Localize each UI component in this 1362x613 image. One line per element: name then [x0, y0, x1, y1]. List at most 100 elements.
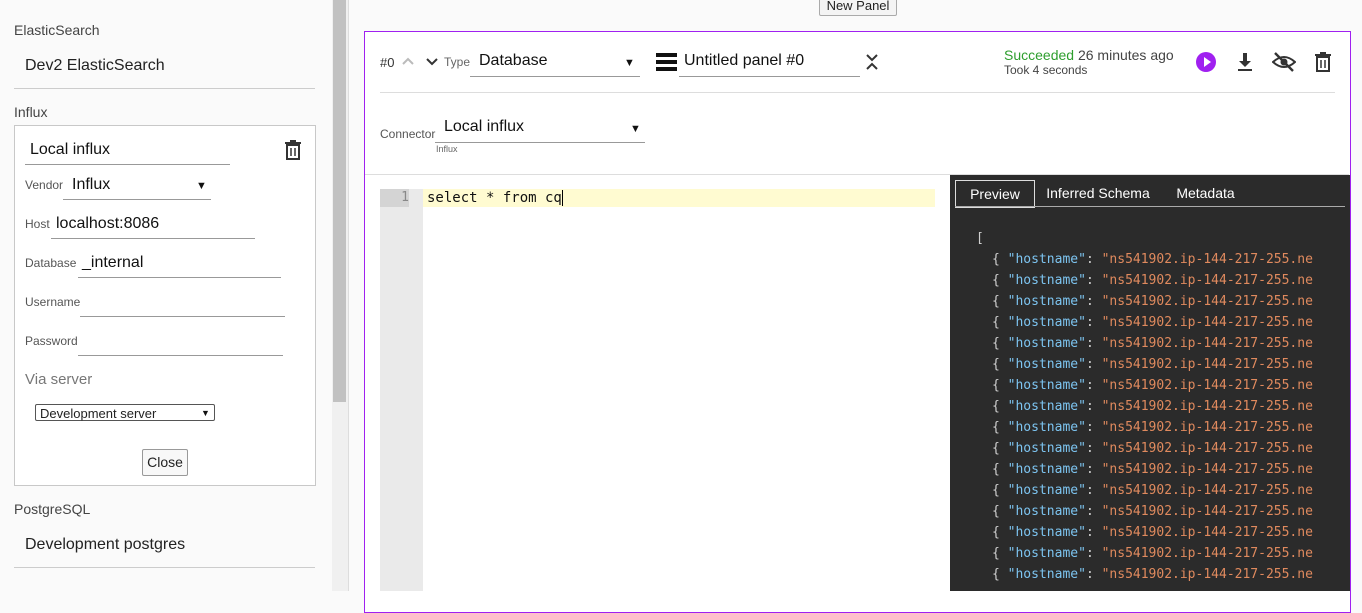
- json-value: "ns541902.ip-144-217-255.ne: [1101, 252, 1313, 267]
- editor-gutter: [380, 189, 423, 591]
- json-row: { "hostname": "ns541902.ip-144-217-255.n…: [992, 504, 1313, 519]
- json-row: { "hostname": "ns541902.ip-144-217-255.n…: [992, 252, 1313, 267]
- tab-inferred-schema[interactable]: Inferred Schema: [1040, 180, 1156, 206]
- database-label: Database: [25, 256, 77, 270]
- connector-item-development-postgres[interactable]: Development postgres: [25, 536, 185, 554]
- json-row: { "hostname": "ns541902.ip-144-217-255.n…: [992, 357, 1313, 372]
- host-input[interactable]: localhost:8086: [56, 215, 159, 233]
- trash-icon[interactable]: [1314, 52, 1332, 72]
- json-value: "ns541902.ip-144-217-255.ne: [1101, 273, 1313, 288]
- json-row: { "hostname": "ns541902.ip-144-217-255.n…: [992, 441, 1313, 456]
- json-value: "ns541902.ip-144-217-255.ne: [1101, 483, 1313, 498]
- json-key: "hostname": [1007, 462, 1086, 477]
- json-value: "ns541902.ip-144-217-255.ne: [1101, 378, 1313, 393]
- connector-select[interactable]: Local influx: [444, 118, 524, 136]
- json-key: "hostname": [1007, 525, 1086, 540]
- status-took: Took 4 seconds: [1004, 63, 1088, 77]
- vendor-label: Vendor: [25, 178, 64, 192]
- json-row: { "hostname": "ns541902.ip-144-217-255.n…: [992, 567, 1313, 582]
- line-number: 1: [380, 189, 409, 207]
- json-key: "hostname": [1007, 567, 1086, 582]
- json-row: { "hostname": "ns541902.ip-144-217-255.n…: [992, 315, 1313, 330]
- json-value: "ns541902.ip-144-217-255.ne: [1101, 462, 1313, 477]
- json-value: "ns541902.ip-144-217-255.ne: [1101, 441, 1313, 456]
- divider: [14, 88, 315, 89]
- json-value: "ns541902.ip-144-217-255.ne: [1101, 315, 1313, 330]
- host-underline: [51, 238, 255, 239]
- panel-index: #0: [380, 55, 395, 70]
- json-row: { "hostname": "ns541902.ip-144-217-255.n…: [992, 483, 1313, 498]
- collapse-icon[interactable]: [865, 53, 879, 71]
- chevron-down-icon[interactable]: [425, 57, 439, 67]
- status-time: 26 minutes ago: [1077, 47, 1174, 63]
- json-value: "ns541902.ip-144-217-255.ne: [1101, 336, 1313, 351]
- section-label-influx: Influx: [14, 104, 48, 120]
- code-editor[interactable]: select * from cq: [423, 189, 935, 207]
- connector-item-dev2-elasticsearch[interactable]: Dev2 ElasticSearch: [25, 57, 165, 75]
- trash-icon[interactable]: [284, 140, 302, 160]
- close-button[interactable]: Close: [142, 449, 188, 476]
- chevron-down-icon: ▼: [630, 123, 641, 135]
- json-key: "hostname": [1007, 441, 1086, 456]
- via-server-value: Development server: [40, 406, 157, 421]
- vendor-underline: [63, 199, 211, 200]
- scrollbar-thumb[interactable]: [333, 0, 346, 402]
- via-server-select[interactable]: Development server: [35, 404, 215, 421]
- json-row: { "hostname": "ns541902.ip-144-217-255.n…: [992, 420, 1313, 435]
- json-value: "ns541902.ip-144-217-255.ne: [1101, 504, 1313, 519]
- json-value: "ns541902.ip-144-217-255.ne: [1101, 294, 1313, 309]
- eye-off-icon[interactable]: [1272, 52, 1296, 72]
- json-row: { "hostname": "ns541902.ip-144-217-255.n…: [992, 378, 1313, 393]
- divider: [14, 567, 315, 568]
- json-row: { "hostname": "ns541902.ip-144-217-255.n…: [992, 336, 1313, 351]
- run-status: Succeeded 26 minutes ago: [1004, 47, 1174, 63]
- json-value: "ns541902.ip-144-217-255.ne: [1101, 399, 1313, 414]
- new-panel-button[interactable]: New Panel: [819, 0, 897, 16]
- json-key: "hostname": [1007, 294, 1086, 309]
- json-key: "hostname": [1007, 378, 1086, 393]
- json-value: "ns541902.ip-144-217-255.ne: [1101, 567, 1313, 582]
- chevron-down-icon: ▼: [201, 408, 210, 418]
- code-text: select * from cq: [427, 190, 562, 206]
- json-value: "ns541902.ip-144-217-255.ne: [1101, 357, 1313, 372]
- json-value: "ns541902.ip-144-217-255.ne: [1101, 546, 1313, 561]
- section-label-postgresql: PostgreSQL: [14, 501, 91, 517]
- title-underline: [679, 76, 860, 77]
- type-select[interactable]: Database: [479, 52, 548, 70]
- connector-sub-label: Influx: [436, 144, 458, 154]
- json-key: "hostname": [1007, 252, 1086, 267]
- panel-title-input[interactable]: Untitled panel #0: [684, 52, 804, 70]
- section-label-elasticsearch: ElasticSearch: [14, 22, 100, 38]
- username-label: Username: [25, 295, 81, 309]
- json-row: { "hostname": "ns541902.ip-144-217-255.n…: [992, 546, 1313, 561]
- text-cursor: [561, 190, 563, 206]
- username-underline: [80, 316, 285, 317]
- json-key: "hostname": [1007, 504, 1086, 519]
- json-open-bracket: [: [976, 231, 984, 246]
- json-key: "hostname": [1007, 273, 1086, 288]
- download-icon[interactable]: [1236, 52, 1254, 72]
- json-row: { "hostname": "ns541902.ip-144-217-255.n…: [992, 462, 1313, 477]
- json-row: { "hostname": "ns541902.ip-144-217-255.n…: [992, 525, 1313, 540]
- json-key: "hostname": [1007, 546, 1086, 561]
- json-row: { "hostname": "ns541902.ip-144-217-255.n…: [992, 294, 1313, 309]
- tab-preview[interactable]: Preview: [955, 180, 1035, 208]
- database-input[interactable]: _internal: [82, 254, 143, 272]
- password-underline: [78, 355, 283, 356]
- tab-metadata[interactable]: Metadata: [1168, 180, 1243, 206]
- vendor-select[interactable]: Influx: [72, 176, 110, 194]
- json-key: "hostname": [1007, 483, 1086, 498]
- host-label: Host: [25, 217, 50, 231]
- via-server-label: Via server: [25, 371, 93, 388]
- password-label: Password: [25, 334, 78, 348]
- chevron-up-icon[interactable]: [401, 56, 415, 66]
- tab-underline: [955, 206, 1345, 207]
- json-key: "hostname": [1007, 357, 1086, 372]
- json-value: "ns541902.ip-144-217-255.ne: [1101, 420, 1313, 435]
- chevron-down-icon: ▼: [624, 57, 635, 69]
- connector-name-input[interactable]: Local influx: [30, 141, 110, 159]
- menu-icon[interactable]: [656, 52, 678, 72]
- json-row: { "hostname": "ns541902.ip-144-217-255.n…: [992, 273, 1313, 288]
- database-underline: [78, 277, 281, 278]
- play-icon[interactable]: [1196, 52, 1216, 72]
